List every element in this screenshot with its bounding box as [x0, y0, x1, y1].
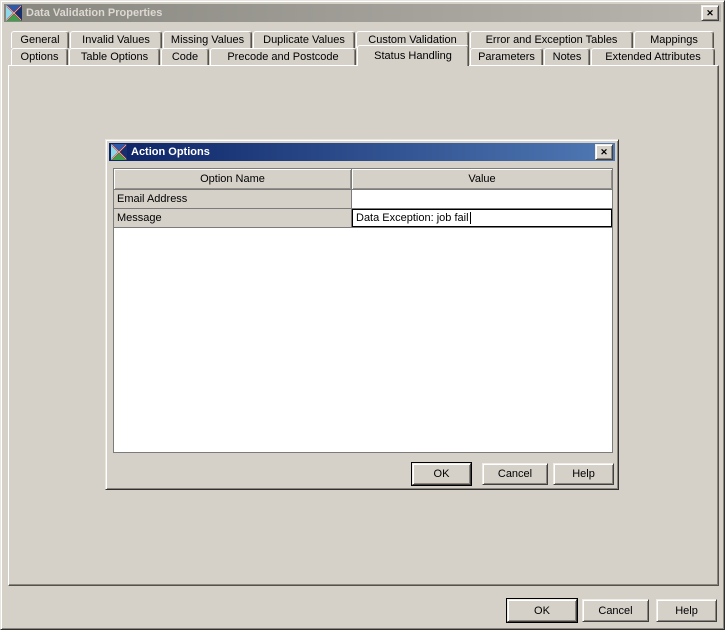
- tab-duplicate-values[interactable]: Duplicate Values: [253, 31, 355, 48]
- column-header-option-name: Option Name: [114, 169, 351, 189]
- dialog-ok-button[interactable]: OK: [411, 462, 472, 486]
- column-header-value: Value: [352, 169, 612, 189]
- action-options-title: Action Options: [131, 146, 210, 158]
- email-address-value-cell[interactable]: [352, 190, 612, 208]
- tab-notes[interactable]: Notes: [544, 48, 590, 65]
- option-name-cell[interactable]: Message: [114, 209, 351, 227]
- text-cursor: [469, 212, 471, 224]
- message-input-text: Data Exception: job fail: [356, 212, 469, 224]
- help-button[interactable]: Help: [656, 599, 717, 622]
- tab-parameters[interactable]: Parameters: [470, 48, 543, 65]
- tab-invalid-values[interactable]: Invalid Values: [70, 31, 162, 48]
- options-table-header-row: Option Name Value: [114, 169, 612, 189]
- tab-status-handling[interactable]: Status Handling: [357, 45, 469, 66]
- dialog-close-icon[interactable]: ✕: [595, 144, 613, 160]
- action-options-dialog: Action Options ✕ Option Name Value Email…: [105, 139, 619, 490]
- tab-error-and-exception-tables[interactable]: Error and Exception Tables: [470, 31, 633, 48]
- main-window-titlebar[interactable]: Data Validation Properties ✕: [4, 4, 721, 22]
- tab-code[interactable]: Code: [161, 48, 209, 65]
- options-table-empty-area: [114, 228, 612, 452]
- cancel-button[interactable]: Cancel: [582, 599, 649, 622]
- message-value-cell: Data Exception: job fail: [352, 209, 612, 227]
- tab-strip-row-2: Options Table Options Code Precode and P…: [11, 45, 716, 69]
- dialog-cancel-button[interactable]: Cancel: [482, 463, 548, 485]
- option-name-cell[interactable]: Email Address: [114, 190, 351, 208]
- option-row-message: Message Data Exception: job fail: [114, 209, 612, 227]
- action-options-titlebar[interactable]: Action Options ✕: [109, 143, 615, 161]
- tab-general[interactable]: General: [11, 31, 69, 48]
- tab-table-options[interactable]: Table Options: [69, 48, 160, 65]
- app-pinwheel-icon: [6, 5, 22, 21]
- main-window-title: Data Validation Properties: [26, 7, 163, 19]
- app-pinwheel-icon: [111, 144, 127, 160]
- option-row-email-address: Email Address: [114, 190, 612, 208]
- dialog-help-button[interactable]: Help: [553, 463, 614, 485]
- options-table-blank-body: [114, 228, 612, 452]
- tab-missing-values[interactable]: Missing Values: [163, 31, 252, 48]
- tab-mappings[interactable]: Mappings: [634, 31, 714, 48]
- tab-extended-attributes[interactable]: Extended Attributes: [591, 48, 715, 65]
- ok-button[interactable]: OK: [506, 598, 578, 623]
- main-close-icon[interactable]: ✕: [701, 5, 719, 21]
- tab-options[interactable]: Options: [11, 48, 68, 65]
- tab-precode-and-postcode[interactable]: Precode and Postcode: [210, 48, 356, 65]
- action-options-table: Option Name Value Email Address Message …: [113, 168, 613, 453]
- message-input[interactable]: Data Exception: job fail: [352, 209, 612, 227]
